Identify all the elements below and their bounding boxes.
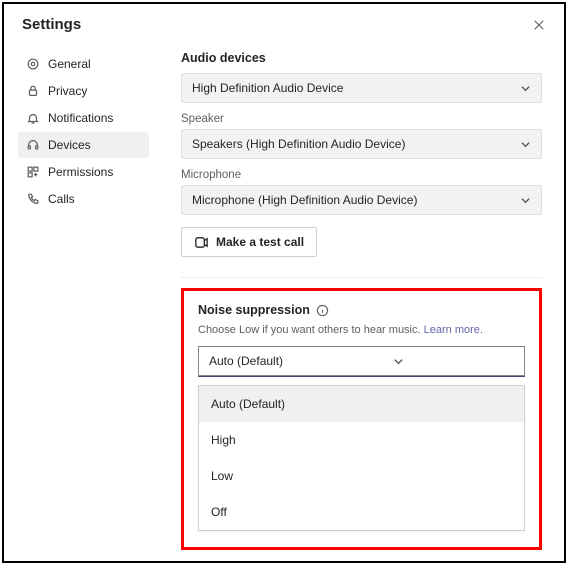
- noise-suppression-help: Choose Low if you want others to hear mu…: [198, 324, 525, 336]
- divider: [181, 277, 542, 278]
- dropdown-option-high[interactable]: High: [199, 422, 524, 458]
- microphone-select[interactable]: Microphone (High Definition Audio Device…: [181, 185, 542, 215]
- audio-device-selected: High Definition Audio Device: [192, 81, 343, 95]
- sidebar-item-calls[interactable]: Calls: [18, 186, 149, 212]
- close-button[interactable]: [532, 18, 546, 32]
- noise-suppression-dropdown: Auto (Default) High Low Off: [198, 385, 525, 531]
- chevron-down-icon: [520, 83, 531, 94]
- sidebar-item-devices[interactable]: Devices: [18, 132, 149, 158]
- noise-suppression-section: Noise suppression Choose Low if you want…: [181, 288, 542, 550]
- select-underline: [198, 376, 525, 377]
- chevron-down-icon: [520, 139, 531, 150]
- window-title: Settings: [22, 16, 81, 33]
- main-panel: Audio devices High Definition Audio Devi…: [159, 41, 564, 560]
- dropdown-option-low[interactable]: Low: [199, 458, 524, 494]
- microphone-selected: Microphone (High Definition Audio Device…: [192, 193, 417, 207]
- sidebar-item-notifications[interactable]: Notifications: [18, 105, 149, 131]
- headset-icon: [26, 138, 40, 152]
- sidebar-item-general[interactable]: General: [18, 51, 149, 77]
- sidebar-item-label: Notifications: [48, 111, 113, 125]
- lock-icon: [26, 84, 40, 98]
- sidebar-item-privacy[interactable]: Privacy: [18, 78, 149, 104]
- dropdown-option-auto[interactable]: Auto (Default): [199, 386, 524, 422]
- sidebar-item-label: General: [48, 57, 91, 71]
- speaker-select[interactable]: Speakers (High Definition Audio Device): [181, 129, 542, 159]
- noise-suppression-header: Noise suppression: [198, 303, 525, 317]
- sidebar-item-label: Privacy: [48, 84, 87, 98]
- sidebar-item-permissions[interactable]: Permissions: [18, 159, 149, 185]
- bell-icon: [26, 111, 40, 125]
- chevron-down-icon: [520, 195, 531, 206]
- sidebar: General Privacy Notifications Devices: [4, 41, 159, 560]
- window-body: General Privacy Notifications Devices: [4, 41, 564, 560]
- test-call-icon: [194, 235, 209, 250]
- test-call-label: Make a test call: [216, 235, 304, 249]
- apps-icon: [26, 165, 40, 179]
- noise-suppression-select[interactable]: Auto (Default): [198, 346, 525, 376]
- microphone-label: Microphone: [181, 169, 542, 181]
- phone-icon: [26, 192, 40, 206]
- audio-devices-title: Audio devices: [181, 51, 542, 65]
- info-icon[interactable]: [316, 304, 329, 317]
- sidebar-item-label: Devices: [48, 138, 91, 152]
- chevron-down-icon: [393, 356, 404, 367]
- dropdown-option-off[interactable]: Off: [199, 494, 524, 530]
- window-header: Settings: [4, 4, 564, 41]
- sidebar-item-label: Permissions: [48, 165, 113, 179]
- noise-suppression-title: Noise suppression: [198, 303, 310, 317]
- gear-icon: [26, 57, 40, 71]
- learn-more-link[interactable]: Learn more.: [424, 324, 483, 336]
- help-text: Choose Low if you want others to hear mu…: [198, 324, 421, 336]
- noise-suppression-selected: Auto (Default): [209, 354, 283, 368]
- audio-device-select[interactable]: High Definition Audio Device: [181, 73, 542, 103]
- sidebar-item-label: Calls: [48, 192, 75, 206]
- speaker-label: Speaker: [181, 113, 542, 125]
- make-test-call-button[interactable]: Make a test call: [181, 227, 317, 257]
- settings-window: Settings General Privacy: [2, 2, 566, 563]
- speaker-selected: Speakers (High Definition Audio Device): [192, 137, 405, 151]
